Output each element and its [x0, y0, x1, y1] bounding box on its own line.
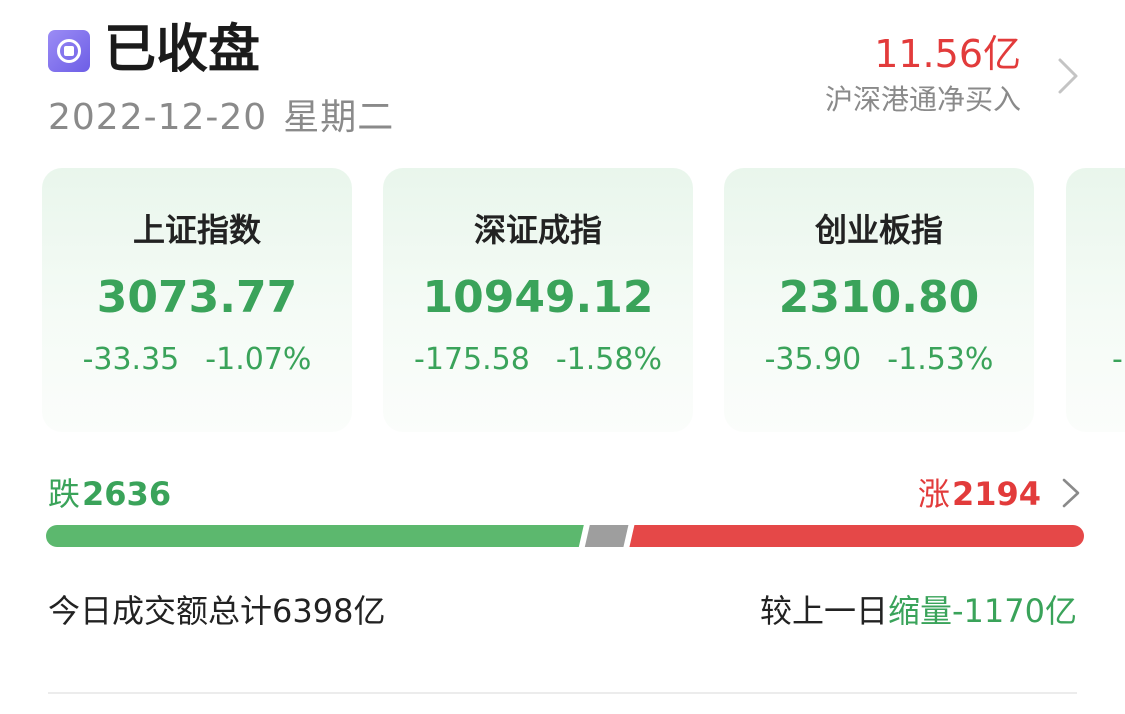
advancers-count[interactable]: 涨2194 [918, 472, 1041, 516]
total-turnover: 今日成交额总计6398亿 [48, 592, 386, 630]
advance-segment [629, 525, 1084, 547]
advancers-label: 涨 [917, 475, 950, 513]
index-price: 3073.77 [96, 272, 298, 323]
advance-decline-bar [46, 525, 1084, 547]
decliners-label: 跌 [48, 475, 81, 513]
index-change: -175.58 [414, 342, 530, 377]
index-name: 深证成指 [473, 211, 602, 249]
trade-date: 2022-12-20 星期二 [48, 92, 394, 144]
index-card-chinext[interactable]: 创业板指 2310.80 -35.90 -1.53% [724, 168, 1034, 432]
index-changes: -175.58 -1.58% [383, 340, 693, 380]
decline-segment [46, 525, 584, 547]
index-name: 创业板指 [814, 211, 943, 249]
index-price: 10949.12 [422, 272, 654, 323]
index-change-pct: -1.53% [887, 342, 994, 377]
chevron-right-icon[interactable] [1052, 56, 1084, 96]
turnover-comparison: 较上一日缩量-1170亿 [760, 588, 1077, 634]
index-price: 2310.80 [778, 272, 980, 323]
index-changes: -33.35 -1.07% [42, 340, 352, 380]
stop-square-icon [48, 30, 90, 72]
northbound-net-buy-value[interactable]: 11.56亿 [874, 30, 1021, 78]
compare-value: -1170亿 [952, 592, 1077, 630]
flat-segment [584, 525, 629, 547]
index-change: -35.90 [764, 342, 862, 377]
weekday-text: 星期二 [283, 97, 395, 138]
market-status: 已收盘 [104, 20, 261, 80]
date-text: 2022-12-20 [48, 97, 268, 138]
index-changes: -35.90 -1.53% [724, 340, 1034, 380]
index-change: - [1112, 342, 1123, 377]
divider [48, 692, 1077, 694]
index-card-partial[interactable]: - [1066, 168, 1125, 432]
advancers-number: 2194 [951, 475, 1041, 513]
index-card-shanghai[interactable]: 上证指数 3073.77 -33.35 -1.07% [42, 168, 352, 432]
index-name: 上证指数 [132, 211, 261, 249]
compare-prefix: 较上一日 [759, 592, 888, 630]
decliners-number: 2636 [82, 475, 172, 513]
decliners-count: 跌2636 [48, 472, 171, 516]
index-change: -33.35 [82, 342, 180, 377]
index-card-shenzhen[interactable]: 深证成指 10949.12 -175.58 -1.58% [383, 168, 693, 432]
index-change-pct: -1.07% [205, 342, 312, 377]
chevron-right-icon[interactable] [1058, 474, 1084, 512]
index-change-pct: -1.58% [555, 342, 662, 377]
compare-word: 缩量 [887, 592, 952, 630]
northbound-net-buy-label[interactable]: 沪深港通净买入 [825, 80, 1021, 120]
